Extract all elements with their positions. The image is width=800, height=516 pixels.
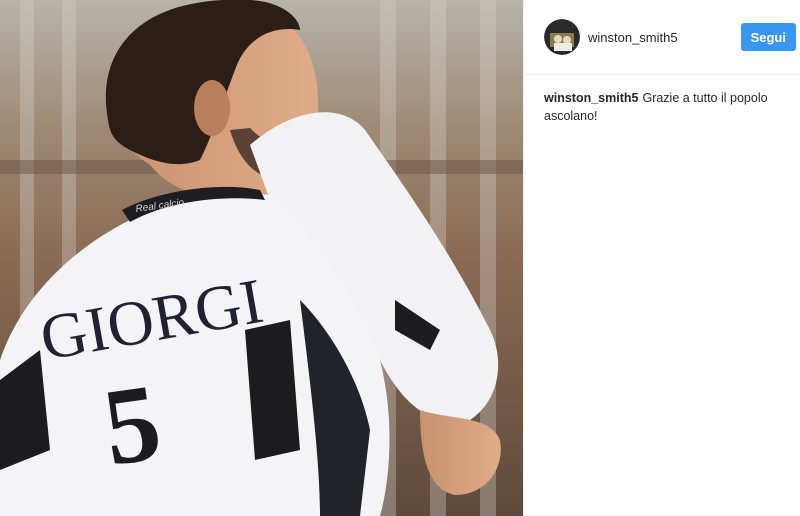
header-username-link[interactable]: winston_smith5 [588,30,741,45]
post-sidebar: winston_smith5 Segui winston_smith5 Grazi… [523,0,800,516]
follow-button[interactable]: Segui [740,23,796,51]
post-view: GIORGI 5 Real calcio winston_smith5 Segu… [0,0,800,516]
avatar[interactable] [544,19,580,55]
post-photo[interactable]: GIORGI 5 Real calcio [0,0,523,516]
post-header: winston_smith5 Segui [524,0,800,75]
avatar-image [544,19,580,55]
post-caption: winston_smith5 Grazie a tutto il popolo a… [524,75,800,125]
caption-username-link[interactable]: winston_smith5 [544,91,638,105]
photo-football-player: GIORGI 5 Real calcio [0,0,523,516]
